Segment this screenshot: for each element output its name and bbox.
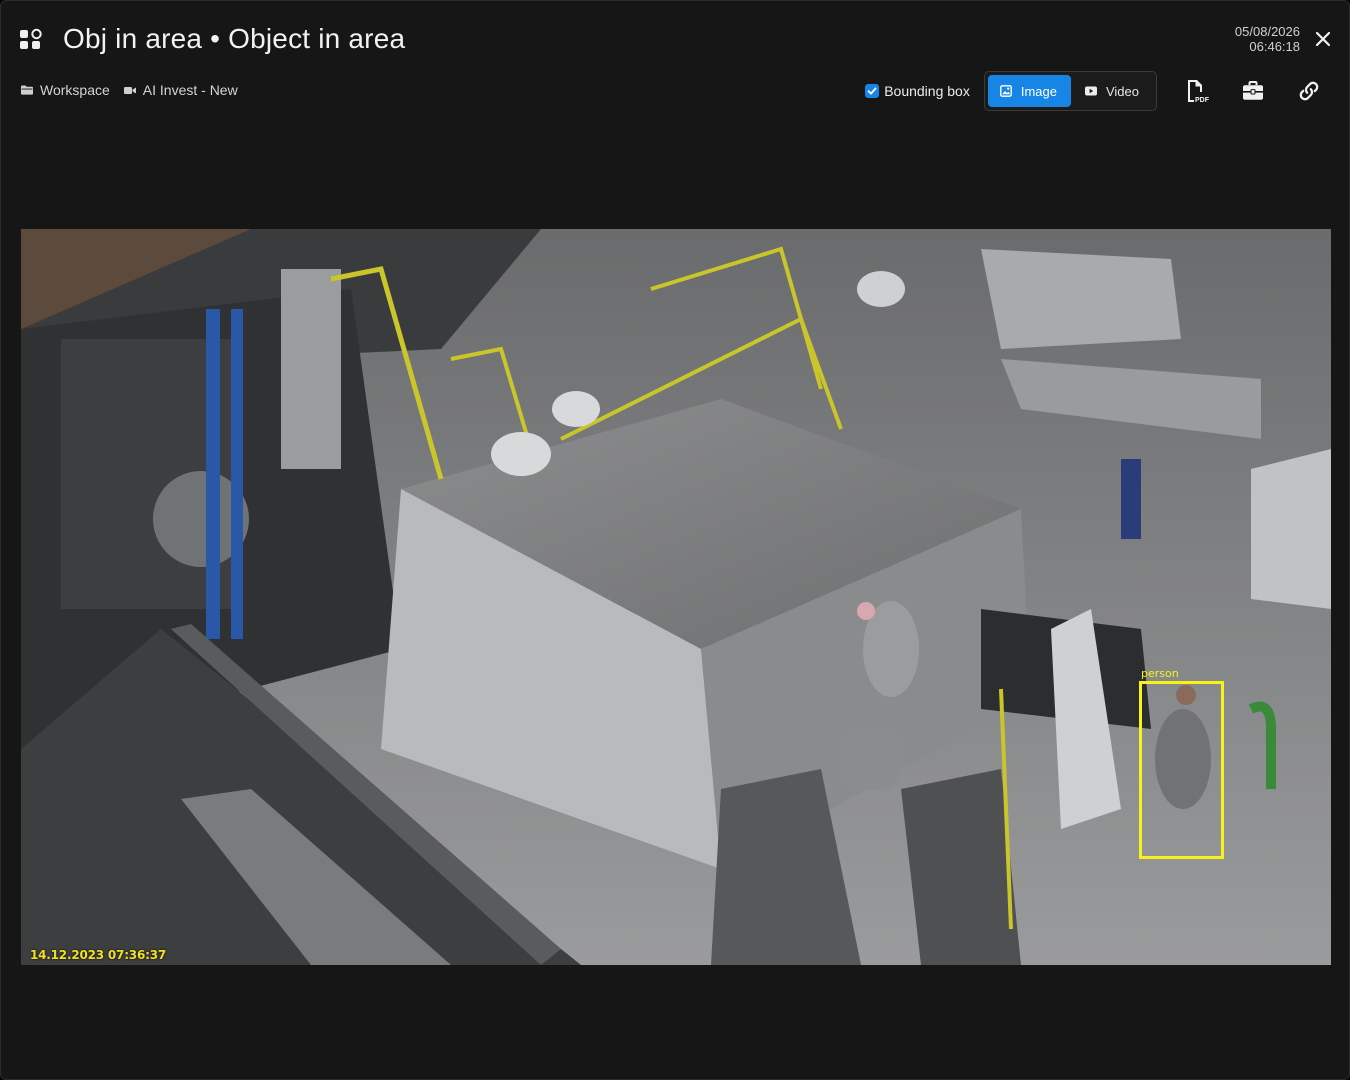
pdf-export-icon: PDF (1188, 80, 1209, 103)
bounding-box-label: Bounding box (884, 83, 970, 99)
event-datetime: 05/08/2026 06:46:18 (1235, 24, 1300, 54)
breadcrumb-workspace[interactable]: Workspace (21, 82, 110, 98)
video-view-button[interactable]: Video (1073, 75, 1153, 107)
grid-group-icon (19, 28, 43, 52)
copy-link-button[interactable] (1293, 75, 1325, 107)
detection-label: person (1141, 667, 1179, 680)
close-button[interactable] (1311, 27, 1335, 51)
export-pdf-button[interactable]: PDF (1181, 75, 1213, 107)
video-icon (1084, 86, 1097, 96)
event-date: 05/08/2026 (1234, 24, 1300, 39)
video-camera-icon (123, 86, 136, 94)
bounding-box-checkbox[interactable] (865, 84, 880, 98)
breadcrumb-camera-label: AI Invest - New (142, 82, 238, 98)
checkmark-icon (867, 87, 877, 95)
toolbar: Bounding box Image Video PDF (865, 71, 1325, 111)
bounding-box-toggle[interactable]: Bounding box (865, 83, 970, 99)
event-viewer-window: Obj in area • Object in area 05/08/2026 … (0, 0, 1350, 1080)
breadcrumb: Workspace AI Invest - New (21, 82, 238, 98)
folder-icon (21, 85, 33, 95)
close-icon (1315, 31, 1331, 47)
briefcase-icon (1243, 81, 1263, 100)
image-view-label: Image (1020, 83, 1057, 99)
video-timestamp: 14.12.2023 07:36:37 (30, 948, 166, 962)
video-view-label: Video (1105, 83, 1139, 99)
page-title: Obj in area • Object in area (63, 23, 406, 54)
breadcrumb-workspace-label: Workspace (40, 82, 110, 98)
image-icon (999, 85, 1012, 97)
factory-scene-image (21, 229, 1331, 965)
view-mode-switch: Image Video (983, 71, 1157, 111)
image-view-button[interactable]: Image (987, 75, 1071, 107)
link-icon (1299, 81, 1319, 101)
svg-text:PDF: PDF (1195, 97, 1209, 103)
breadcrumb-camera[interactable]: AI Invest - New (123, 82, 238, 98)
event-time: 06:46:18 (1249, 39, 1300, 54)
add-to-case-button[interactable] (1237, 75, 1269, 107)
camera-snapshot: person 14.12.2023 07:36:37 (21, 229, 1331, 965)
detection-bounding-box[interactable] (1139, 681, 1224, 859)
